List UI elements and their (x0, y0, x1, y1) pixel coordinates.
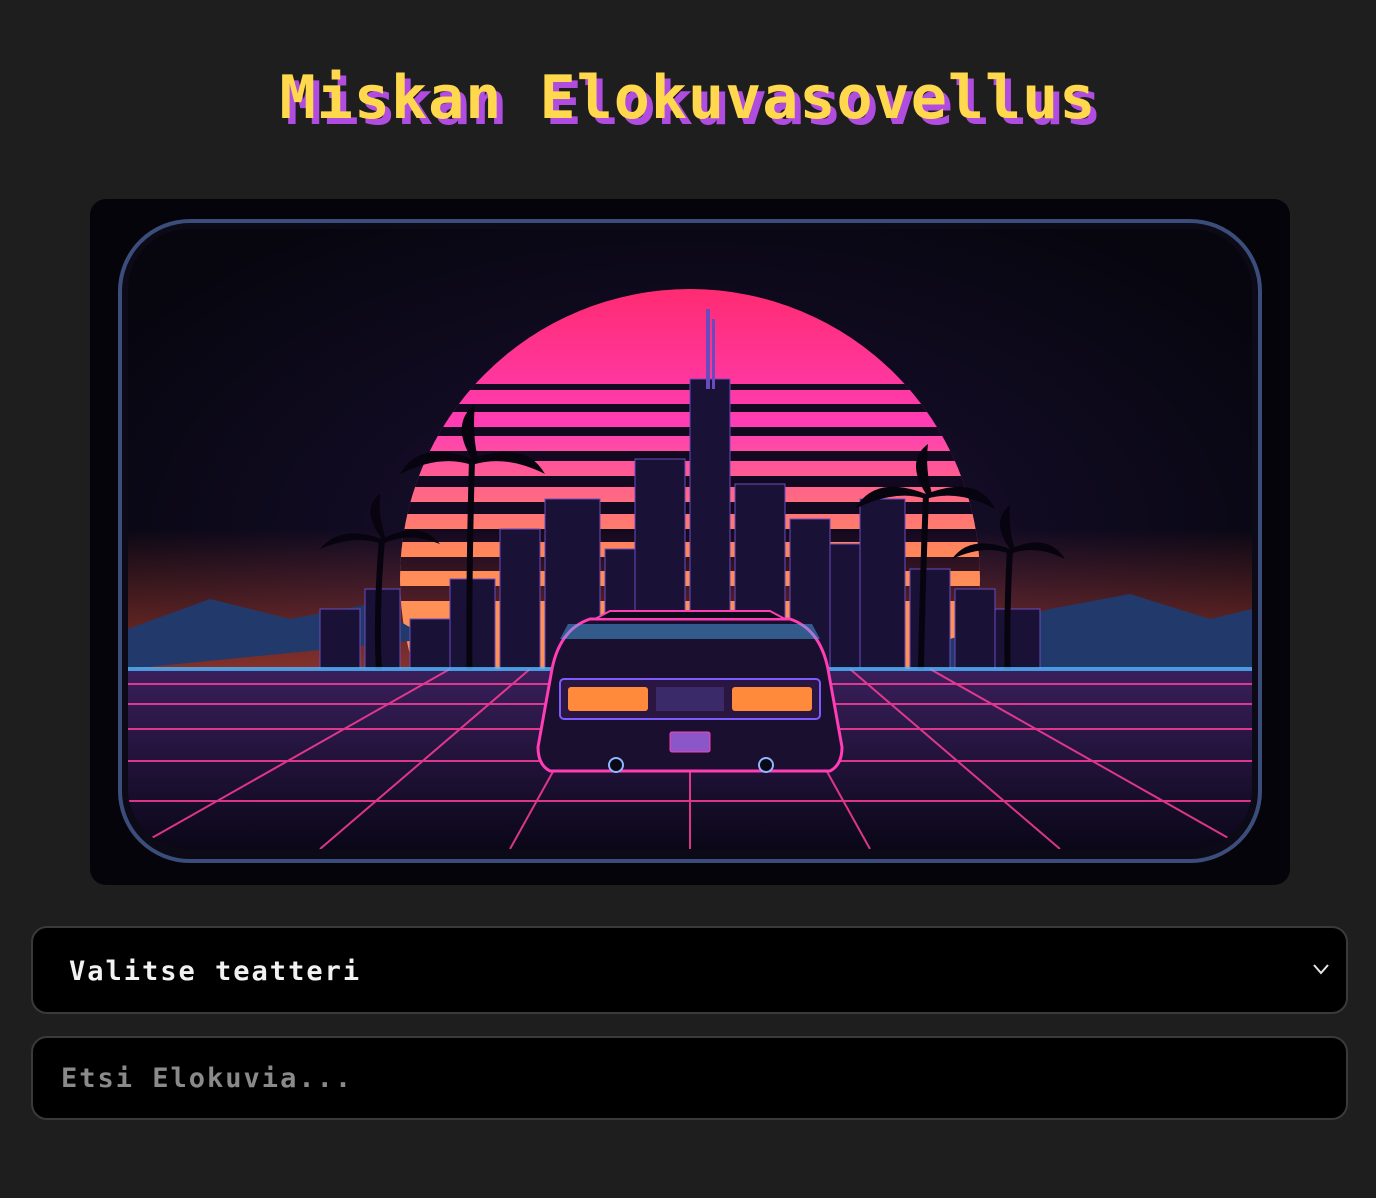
search-input[interactable] (33, 1038, 1346, 1118)
page-title: Miskan Elokuvasovellus (279, 63, 1097, 133)
hero-image (90, 199, 1290, 885)
search-field (31, 1036, 1348, 1120)
chevron-down-icon (1313, 964, 1329, 975)
theater-select[interactable]: Valitse teatteri (31, 926, 1348, 1014)
theater-select-value: Valitse teatteri (69, 956, 362, 987)
